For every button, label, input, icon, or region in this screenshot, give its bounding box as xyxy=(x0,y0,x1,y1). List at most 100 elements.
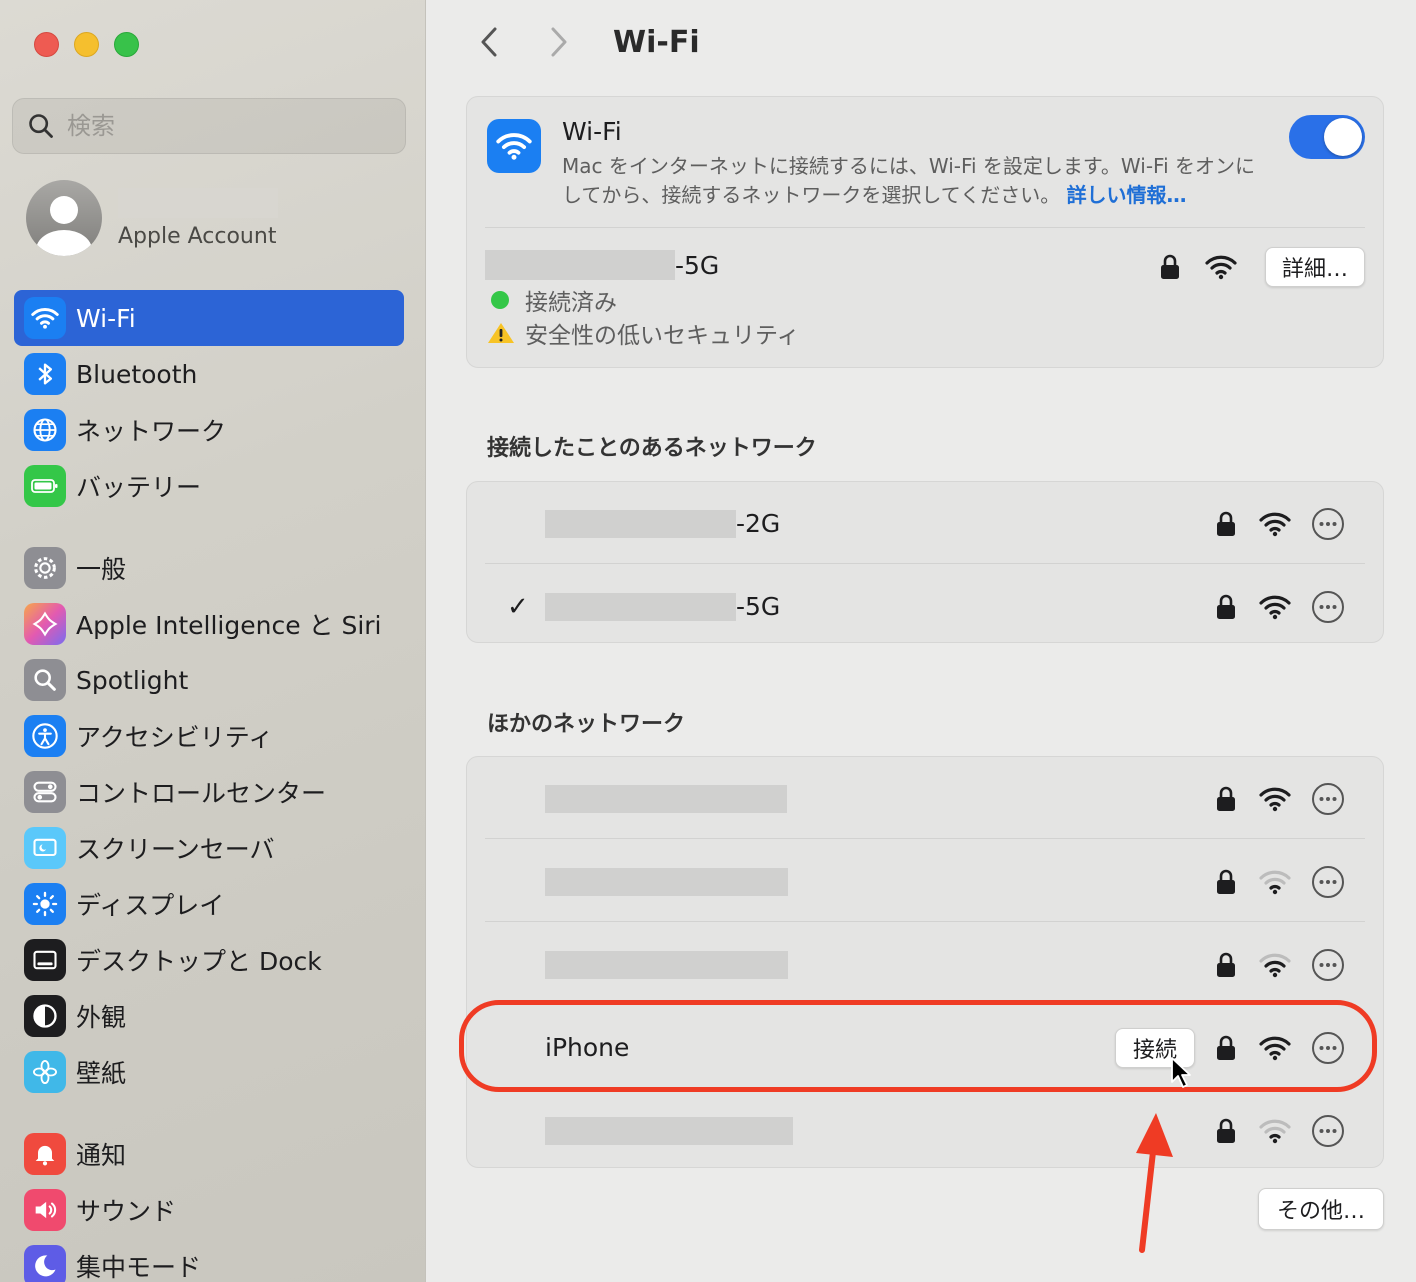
sidebar-item-appearance[interactable]: 外観 xyxy=(14,988,404,1044)
other-network-row[interactable] xyxy=(467,923,1385,1006)
toolbar: Wi-Fi xyxy=(467,20,700,64)
network-name-redacted xyxy=(545,867,788,896)
sidebar-item-label: ネットワーク xyxy=(76,417,227,446)
sidebar-item-bluetooth[interactable]: Bluetooth xyxy=(14,346,404,402)
sidebar-item-label: コントロールセンター xyxy=(76,779,327,808)
battery-icon xyxy=(24,465,66,507)
more-options-icon[interactable] xyxy=(1311,590,1345,624)
iphone-network-row[interactable]: iPhone 接続 xyxy=(467,1006,1385,1089)
search-input[interactable] xyxy=(67,112,367,140)
wifi-app-icon xyxy=(487,119,541,173)
lock-icon xyxy=(1217,869,1235,894)
apple-account[interactable]: Apple Account xyxy=(26,180,278,256)
accessibility-icon xyxy=(24,715,66,757)
sidebar-item-general[interactable]: 一般 xyxy=(14,540,404,596)
wifi-signal-medium-icon xyxy=(1259,953,1291,977)
sidebar-item-notifications[interactable]: 通知 xyxy=(14,1126,404,1182)
sidebar-item-label: Spotlight xyxy=(76,665,189,695)
other-network-row[interactable] xyxy=(467,757,1385,840)
warning-icon xyxy=(488,322,514,343)
sidebar-item-desktop-dock[interactable]: デスクトップと Dock xyxy=(14,932,404,988)
control-center-icon xyxy=(24,771,66,813)
screensaver-icon xyxy=(24,827,66,869)
connected-status: 接続済み xyxy=(525,289,617,316)
sidebar-item-control-center[interactable]: コントロールセンター xyxy=(14,764,404,820)
sidebar-item-label: 壁紙 xyxy=(76,1059,127,1088)
wifi-signal-weak-icon xyxy=(1259,870,1291,894)
notification-icon xyxy=(24,1133,66,1175)
known-networks-card: -2G ✓ -5G xyxy=(466,481,1384,643)
more-options-icon[interactable] xyxy=(1311,1114,1345,1148)
avatar xyxy=(26,180,102,256)
search-field[interactable] xyxy=(12,98,406,154)
connect-button[interactable]: 接続 xyxy=(1115,1027,1195,1068)
sidebar-item-label: アクセシビリティ xyxy=(76,723,274,752)
sidebar-item-label: サウンド xyxy=(76,1197,177,1226)
sidebar-item-label: バッテリー xyxy=(76,473,202,502)
other-networks-title: ほかのネットワーク xyxy=(487,712,686,737)
other-network-row[interactable] xyxy=(467,1089,1385,1172)
sidebar-item-siri[interactable]: Apple Intelligence と Siri xyxy=(14,596,404,652)
sidebar-item-sound[interactable]: サウンド xyxy=(14,1182,404,1238)
known-network-suffix: -2G xyxy=(736,509,781,538)
current-network-suffix: -5G xyxy=(675,250,720,280)
learn-more-link[interactable]: 詳しい情報… xyxy=(1067,183,1187,207)
sidebar-item-label: Apple Intelligence と Siri xyxy=(76,611,382,640)
wifi-signal-icon xyxy=(1205,255,1237,280)
sound-icon xyxy=(24,1189,66,1231)
chevron-right-icon xyxy=(551,27,567,57)
sidebar-item-label: Bluetooth xyxy=(76,359,198,389)
known-network-row[interactable]: -2G xyxy=(467,482,1385,565)
wifi-icon xyxy=(24,297,66,339)
other-networks-button[interactable]: その他… xyxy=(1258,1188,1384,1230)
lock-icon xyxy=(1217,1118,1235,1143)
window-controls xyxy=(34,32,139,57)
iphone-network-name: iPhone xyxy=(545,1033,630,1062)
network-name-redacted xyxy=(545,509,736,538)
sidebar-item-screensaver[interactable]: スクリーンセーバ xyxy=(14,820,404,876)
sidebar-item-wifi[interactable]: Wi-Fi xyxy=(14,290,404,346)
siri-icon xyxy=(24,603,66,645)
lock-icon xyxy=(1217,952,1235,977)
sidebar-item-label: ディスプレイ xyxy=(76,891,225,920)
sidebar-item-network[interactable]: ネットワーク xyxy=(14,402,404,458)
minimize-window-button[interactable] xyxy=(74,32,99,57)
sidebar-item-spotlight[interactable]: Spotlight xyxy=(14,652,404,708)
sidebar-item-wallpaper[interactable]: 壁紙 xyxy=(14,1044,404,1100)
account-label: Apple Account xyxy=(118,223,277,249)
appearance-icon xyxy=(24,995,66,1037)
more-options-icon[interactable] xyxy=(1311,948,1345,982)
more-options-icon[interactable] xyxy=(1311,782,1345,816)
network-name-redacted xyxy=(545,592,736,621)
sidebar-item-accessibility[interactable]: アクセシビリティ xyxy=(14,708,404,764)
sidebar-item-display[interactable]: ディスプレイ xyxy=(14,876,404,932)
more-options-icon[interactable] xyxy=(1311,865,1345,899)
wifi-card: Wi-Fi Mac をインターネットに接続するには、Wi-Fi を設定します。W… xyxy=(466,96,1384,368)
details-button[interactable]: 詳細… xyxy=(1265,247,1365,287)
back-button[interactable] xyxy=(467,20,511,64)
spotlight-icon xyxy=(24,659,66,701)
other-network-row[interactable] xyxy=(467,840,1385,923)
lock-icon xyxy=(1217,786,1235,811)
dock-icon xyxy=(24,939,66,981)
zoom-window-button[interactable] xyxy=(114,32,139,57)
wifi-toggle[interactable] xyxy=(1289,115,1365,159)
wifi-signal-icon xyxy=(1259,595,1291,619)
forward-button[interactable] xyxy=(537,20,581,64)
sidebar-item-focus[interactable]: 集中モード xyxy=(14,1238,404,1282)
close-window-button[interactable] xyxy=(34,32,59,57)
sidebar-item-label: スクリーンセーバ xyxy=(76,835,275,864)
more-options-icon[interactable] xyxy=(1311,1031,1345,1065)
display-icon xyxy=(24,883,66,925)
lock-icon xyxy=(1217,1035,1235,1060)
bluetooth-icon xyxy=(24,353,66,395)
known-network-row[interactable]: ✓ -5G xyxy=(467,565,1385,648)
checkmark-icon: ✓ xyxy=(507,591,529,622)
network-name-redacted xyxy=(545,950,788,979)
sidebar-item-label: 一般 xyxy=(76,555,127,584)
lock-icon xyxy=(1217,511,1235,536)
connected-status-dot xyxy=(491,290,509,309)
more-options-icon[interactable] xyxy=(1311,507,1345,541)
globe-icon xyxy=(24,409,66,451)
sidebar-item-battery[interactable]: バッテリー xyxy=(14,458,404,514)
